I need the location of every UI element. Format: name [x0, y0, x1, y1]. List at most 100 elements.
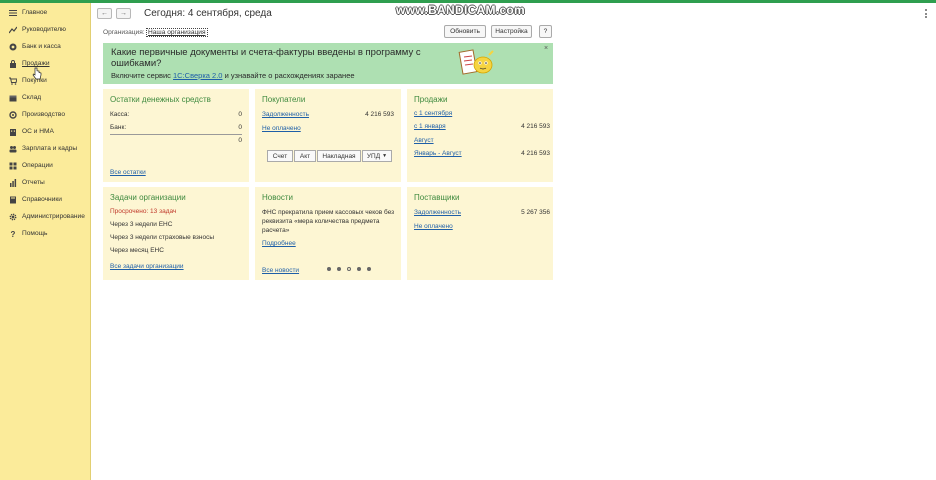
- banner-title: Какие первичные документы и счета-фактур…: [111, 47, 421, 69]
- sidebar-item-main[interactable]: Главное: [0, 5, 91, 20]
- sidebar-item-manager[interactable]: Руководителю: [0, 22, 91, 37]
- sales-panel-title: Продажи: [414, 95, 448, 104]
- sidebar-item-purchases[interactable]: Покупки: [0, 73, 91, 88]
- sidebar-item-label: Производство: [22, 111, 65, 118]
- sidebar-item-sales[interactable]: Продажи: [0, 56, 91, 71]
- svg-text:?: ?: [10, 230, 15, 238]
- sidebar-item-operations[interactable]: Операции: [0, 158, 91, 173]
- sales-since-january-value: 4 216 593: [521, 123, 550, 130]
- cart-icon: [8, 76, 17, 85]
- news-more-link[interactable]: Подробнее: [262, 240, 296, 247]
- waybill-button[interactable]: Накладная: [317, 150, 361, 162]
- sidebar-item-label: Операции: [22, 162, 53, 169]
- carousel-dot[interactable]: [357, 267, 361, 271]
- suppliers-debt-link[interactable]: Задолженность: [414, 209, 461, 216]
- chevron-down-icon: ▼: [382, 153, 388, 159]
- carousel-dot-active[interactable]: [347, 267, 351, 271]
- sidebar-item-label: Продажи: [22, 60, 50, 67]
- news-panel-title: Новости: [262, 193, 293, 202]
- gear-icon: [8, 212, 17, 221]
- buyers-unpaid-link[interactable]: Не оплачено: [262, 125, 301, 132]
- all-balances-link[interactable]: Все остатки: [110, 169, 146, 176]
- banner-text-before: Включите сервис: [111, 71, 174, 80]
- all-news-link[interactable]: Все новости: [262, 267, 299, 274]
- sidebar-item-label: Зарплата и кадры: [22, 145, 78, 152]
- sverka-link[interactable]: 1С:Сверка 2.0: [173, 71, 222, 80]
- carousel-dot[interactable]: [337, 267, 341, 271]
- factory-icon: [8, 110, 17, 119]
- operations-icon: [8, 161, 17, 170]
- sidebar-item-label: Главное: [22, 9, 48, 16]
- sidebar-item-bank[interactable]: Банк и касса: [0, 39, 91, 54]
- sales-jan-aug-value: 4 216 593: [521, 150, 550, 157]
- buyers-debt-link[interactable]: Задолженность: [262, 111, 309, 118]
- all-tasks-link[interactable]: Все задачи организации: [110, 263, 184, 270]
- suppliers-debt-value: 5 267 356: [521, 209, 550, 216]
- suppliers-unpaid-link[interactable]: Не оплачено: [414, 223, 453, 230]
- invoice-button[interactable]: Счет: [267, 150, 293, 162]
- sidebar-item-salary[interactable]: Зарплата и кадры: [0, 141, 91, 156]
- help-icon: ?: [8, 229, 17, 238]
- buyers-debt-value: 4 216 593: [365, 111, 394, 118]
- act-button[interactable]: Акт: [294, 150, 316, 162]
- bank-label: Банк:: [110, 124, 127, 131]
- sidebar-item-reports[interactable]: Отчеты: [0, 175, 91, 190]
- sales-since-september-link[interactable]: с 1 сентября: [414, 110, 452, 117]
- refresh-button[interactable]: Обновить: [444, 25, 486, 38]
- sidebar-item-label: Справочники: [22, 196, 62, 203]
- help-button[interactable]: ?: [539, 25, 552, 38]
- chart-icon: [8, 25, 17, 34]
- page-title: Сегодня: 4 сентября, среда: [144, 8, 272, 19]
- suppliers-panel-title: Поставщики: [414, 193, 460, 202]
- sidebar-item-label: Банк и касса: [22, 43, 61, 50]
- tasks-panel-title: Задачи организации: [110, 193, 186, 202]
- sidebar-item-warehouse[interactable]: Склад: [0, 90, 91, 105]
- banner-close-button[interactable]: ×: [544, 45, 548, 52]
- building-icon: [8, 127, 17, 136]
- book-icon: [8, 195, 17, 204]
- sidebar-item-references[interactable]: Справочники: [0, 192, 91, 207]
- cash-total: 0: [238, 137, 242, 144]
- sidebar-item-label: Склад: [22, 94, 42, 101]
- sidebar-item-label: ОС и НМА: [22, 128, 54, 135]
- carousel-dot[interactable]: [327, 267, 331, 271]
- more-menu-icon[interactable]: [924, 9, 928, 18]
- task-item[interactable]: Через месяц ЕНС: [110, 247, 164, 254]
- overdue-tasks[interactable]: Просрочено: 13 задач: [110, 208, 176, 215]
- sales-august-link[interactable]: Август: [414, 137, 434, 144]
- sales-panel: Продажи с 1 сентября с 1 января 4 216 59…: [407, 89, 553, 182]
- sidebar-item-administration[interactable]: Администрирование: [0, 209, 91, 224]
- sidebar-item-label: Администрирование: [22, 213, 85, 220]
- sales-since-january-link[interactable]: с 1 января: [414, 123, 446, 130]
- sidebar-item-help[interactable]: ? Помощь: [0, 226, 91, 241]
- carousel-dot[interactable]: [367, 267, 371, 271]
- back-button[interactable]: ←: [97, 8, 112, 19]
- task-item[interactable]: Через 3 недели страховые взносы: [110, 234, 214, 241]
- mouse-cursor-icon: [32, 67, 42, 80]
- sidebar-item-label: Отчеты: [22, 179, 45, 186]
- box-icon: [8, 93, 17, 102]
- upd-label: УПД: [366, 152, 381, 160]
- kassa-label: Касса:: [110, 111, 130, 118]
- total-divider: [110, 134, 242, 135]
- upd-dropdown[interactable]: УПД ▼: [362, 150, 392, 162]
- task-item[interactable]: Через 3 недели ЕНС: [110, 221, 172, 228]
- news-text: ФНС прекратила прием кассовых чеков без …: [262, 209, 395, 234]
- sidebar-item-label: Руководителю: [22, 26, 66, 33]
- checklist-illustration-icon: [458, 49, 494, 75]
- sidebar-item-production[interactable]: Производство: [0, 107, 91, 122]
- sidebar-item-label: Помощь: [22, 230, 48, 237]
- organization-select[interactable]: Наша организация: [146, 28, 208, 37]
- cash-balances-panel: Остатки денежных средств Касса: 0 Банк: …: [103, 89, 249, 182]
- tasks-panel: Задачи организации Просрочено: 13 задач …: [103, 187, 249, 280]
- sales-jan-aug-link[interactable]: Январь - Август: [414, 150, 462, 157]
- suppliers-panel: Поставщики Задолженность 5 267 356 Не оп…: [407, 187, 553, 280]
- bag-icon: [8, 59, 17, 68]
- news-panel: Новости ФНС прекратила прием кассовых че…: [255, 187, 401, 280]
- buyers-panel-title: Покупатели: [262, 95, 306, 104]
- forward-button[interactable]: →: [116, 8, 131, 19]
- promo-banner: Какие первичные документы и счета-фактур…: [103, 43, 553, 84]
- sidebar: Главное Руководителю Банк и касса Продаж…: [0, 3, 91, 480]
- sidebar-item-fixed-assets[interactable]: ОС и НМА: [0, 124, 91, 139]
- settings-button[interactable]: Настройка: [491, 25, 532, 38]
